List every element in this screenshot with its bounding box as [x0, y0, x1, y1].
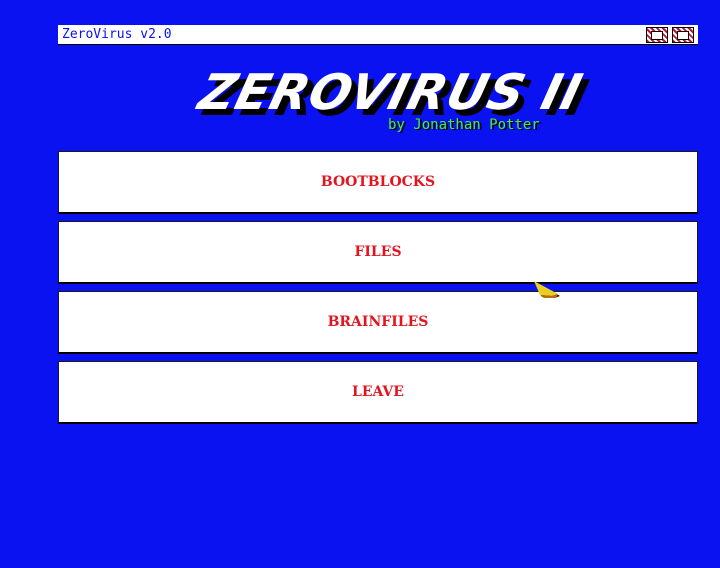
- logo-title: ZEROVIRUS II: [193, 64, 589, 121]
- window-title-bar[interactable]: ZeroVirus v2.0: [58, 25, 698, 45]
- window-title: ZeroVirus v2.0: [62, 27, 172, 42]
- bootblocks-button[interactable]: BOOTBLOCKS: [58, 151, 698, 214]
- bootblocks-button-label: BOOTBLOCKS: [320, 174, 436, 190]
- leave-button[interactable]: LEAVE: [58, 361, 698, 424]
- depth-gadget-inner: [651, 31, 663, 40]
- zoom-gadget-icon[interactable]: [672, 27, 694, 43]
- brainfiles-button[interactable]: BRAINFILES: [58, 291, 698, 354]
- mouse-pointer-icon: [534, 281, 560, 298]
- depth-gadget-icon[interactable]: [646, 27, 668, 43]
- zoom-gadget-inner: [677, 31, 689, 40]
- author-byline: by Jonathan Potter: [388, 117, 540, 133]
- files-button-label: FILES: [354, 244, 402, 260]
- files-button[interactable]: FILES: [58, 221, 698, 284]
- brainfiles-button-label: BRAINFILES: [327, 314, 429, 330]
- leave-button-label: LEAVE: [352, 384, 404, 400]
